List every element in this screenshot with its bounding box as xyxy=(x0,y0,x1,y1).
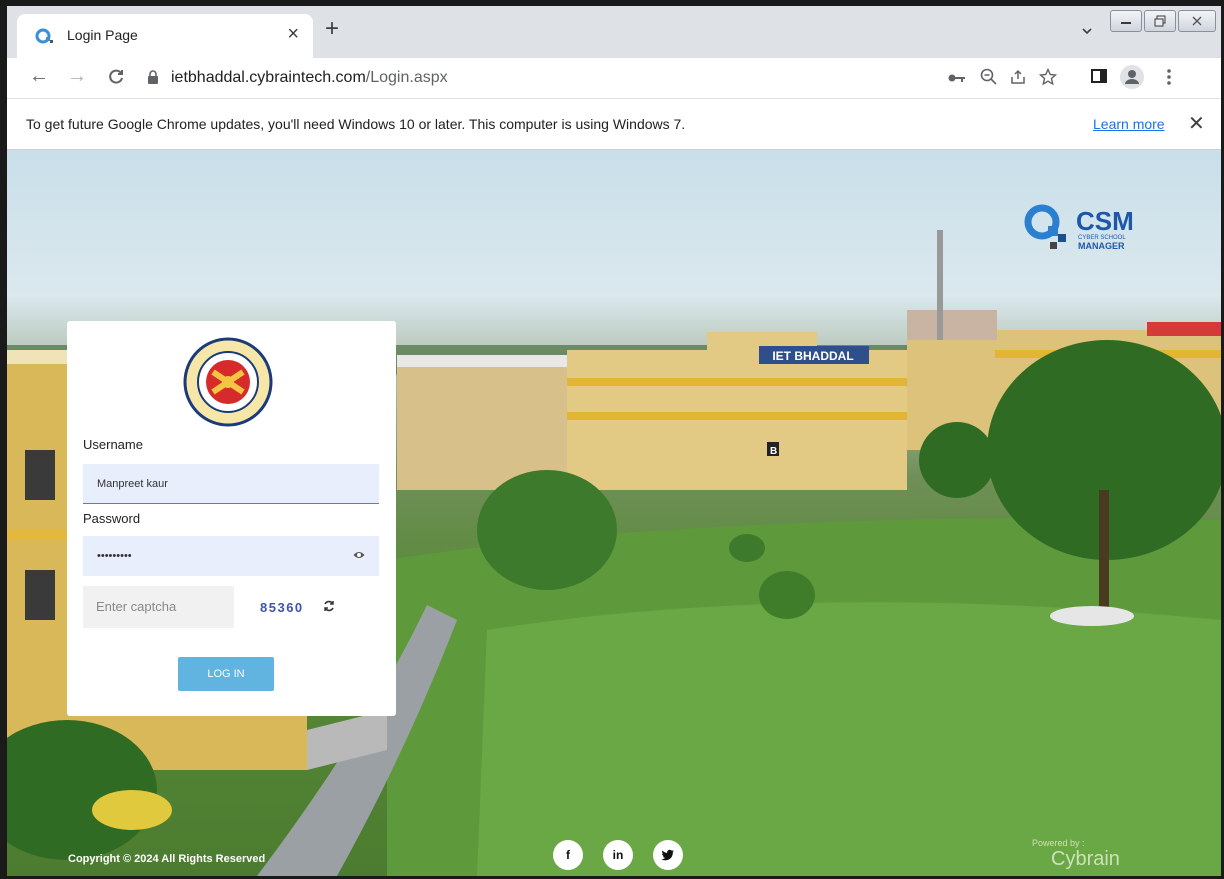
twitter-icon[interactable] xyxy=(653,840,683,870)
menu-kebab-icon[interactable] xyxy=(1166,68,1172,86)
update-infobar: To get future Google Chrome updates, you… xyxy=(7,98,1221,150)
address-bar[interactable]: ietbhaddal.cybraintech.com/Login.aspx xyxy=(135,61,1085,95)
share-icon[interactable] xyxy=(1009,68,1027,86)
building-sign-text: IET BHADDAL xyxy=(772,349,853,363)
infobar-message: To get future Google Chrome updates, you… xyxy=(26,116,686,132)
window-close-icon[interactable] xyxy=(1178,10,1216,32)
copyright-text: Copyright © 2024 All Rights Reserved xyxy=(68,853,266,865)
restore-icon[interactable] xyxy=(1144,10,1176,32)
tab-strip: Login Page × + xyxy=(7,6,1221,58)
profile-avatar-icon[interactable] xyxy=(1120,65,1144,89)
password-input[interactable]: ••••••••• xyxy=(83,536,379,576)
back-icon[interactable]: ← xyxy=(29,65,49,88)
svg-text:B: B xyxy=(770,446,777,457)
cybrain-favicon-icon xyxy=(35,28,53,44)
password-label: Password xyxy=(83,511,141,526)
username-label: Username xyxy=(83,437,143,452)
infobar-close-icon[interactable]: ✕ xyxy=(1188,111,1205,136)
window-controls xyxy=(1110,10,1216,32)
password-key-icon[interactable] xyxy=(948,72,966,84)
facebook-icon[interactable]: f xyxy=(553,840,583,870)
cybrain-brand-logo: Cybrain xyxy=(1051,848,1120,870)
captcha-code: 85360 xyxy=(260,600,304,615)
csm-logo-title: CSM xyxy=(1076,206,1134,236)
password-value: ••••••••• xyxy=(97,550,132,562)
csm-logo: CSM CYBER SCHOOL MANAGER xyxy=(1024,204,1134,251)
learn-more-link[interactable]: Learn more xyxy=(1093,116,1165,132)
login-page: IET BHADDAL B CSM CYBER SCHOOL MANAGER U… xyxy=(7,150,1221,876)
username-input[interactable]: Manpreet kaur xyxy=(83,464,379,504)
login-card: Username Manpreet kaur Password ••••••••… xyxy=(67,321,396,716)
url-text: ietbhaddal.cybraintech.com/Login.aspx xyxy=(171,69,448,86)
reload-icon[interactable] xyxy=(107,68,125,86)
side-panel-icon[interactable] xyxy=(1091,68,1107,84)
browser-window: Login Page × + ← → ietbhaddal.cybraintec… xyxy=(7,6,1221,876)
powered-by-text: Powered by : xyxy=(1032,838,1085,848)
minimize-icon[interactable] xyxy=(1110,10,1142,32)
bookmark-star-icon[interactable] xyxy=(1039,68,1057,86)
zoom-icon[interactable] xyxy=(980,68,998,86)
csm-logo-sub2: MANAGER xyxy=(1078,241,1125,251)
tab-search-chevron-icon[interactable] xyxy=(1081,25,1093,37)
tab-login-page[interactable]: Login Page × xyxy=(17,14,313,58)
eye-icon[interactable] xyxy=(353,550,365,560)
linkedin-icon[interactable]: in xyxy=(603,840,633,870)
tab-close-icon[interactable]: × xyxy=(287,23,299,46)
institute-seal-logo xyxy=(183,337,273,427)
browser-toolbar: ← → ietbhaddal.cybraintech.com/Login.asp… xyxy=(7,58,1221,98)
tab-title: Login Page xyxy=(67,27,138,43)
login-button[interactable]: LOG IN xyxy=(178,657,274,691)
captcha-refresh-icon[interactable] xyxy=(323,600,335,612)
forward-icon[interactable]: → xyxy=(67,65,87,88)
new-tab-icon[interactable]: + xyxy=(325,17,339,41)
lock-icon[interactable] xyxy=(147,70,159,84)
captcha-input[interactable]: Enter captcha xyxy=(83,586,234,628)
